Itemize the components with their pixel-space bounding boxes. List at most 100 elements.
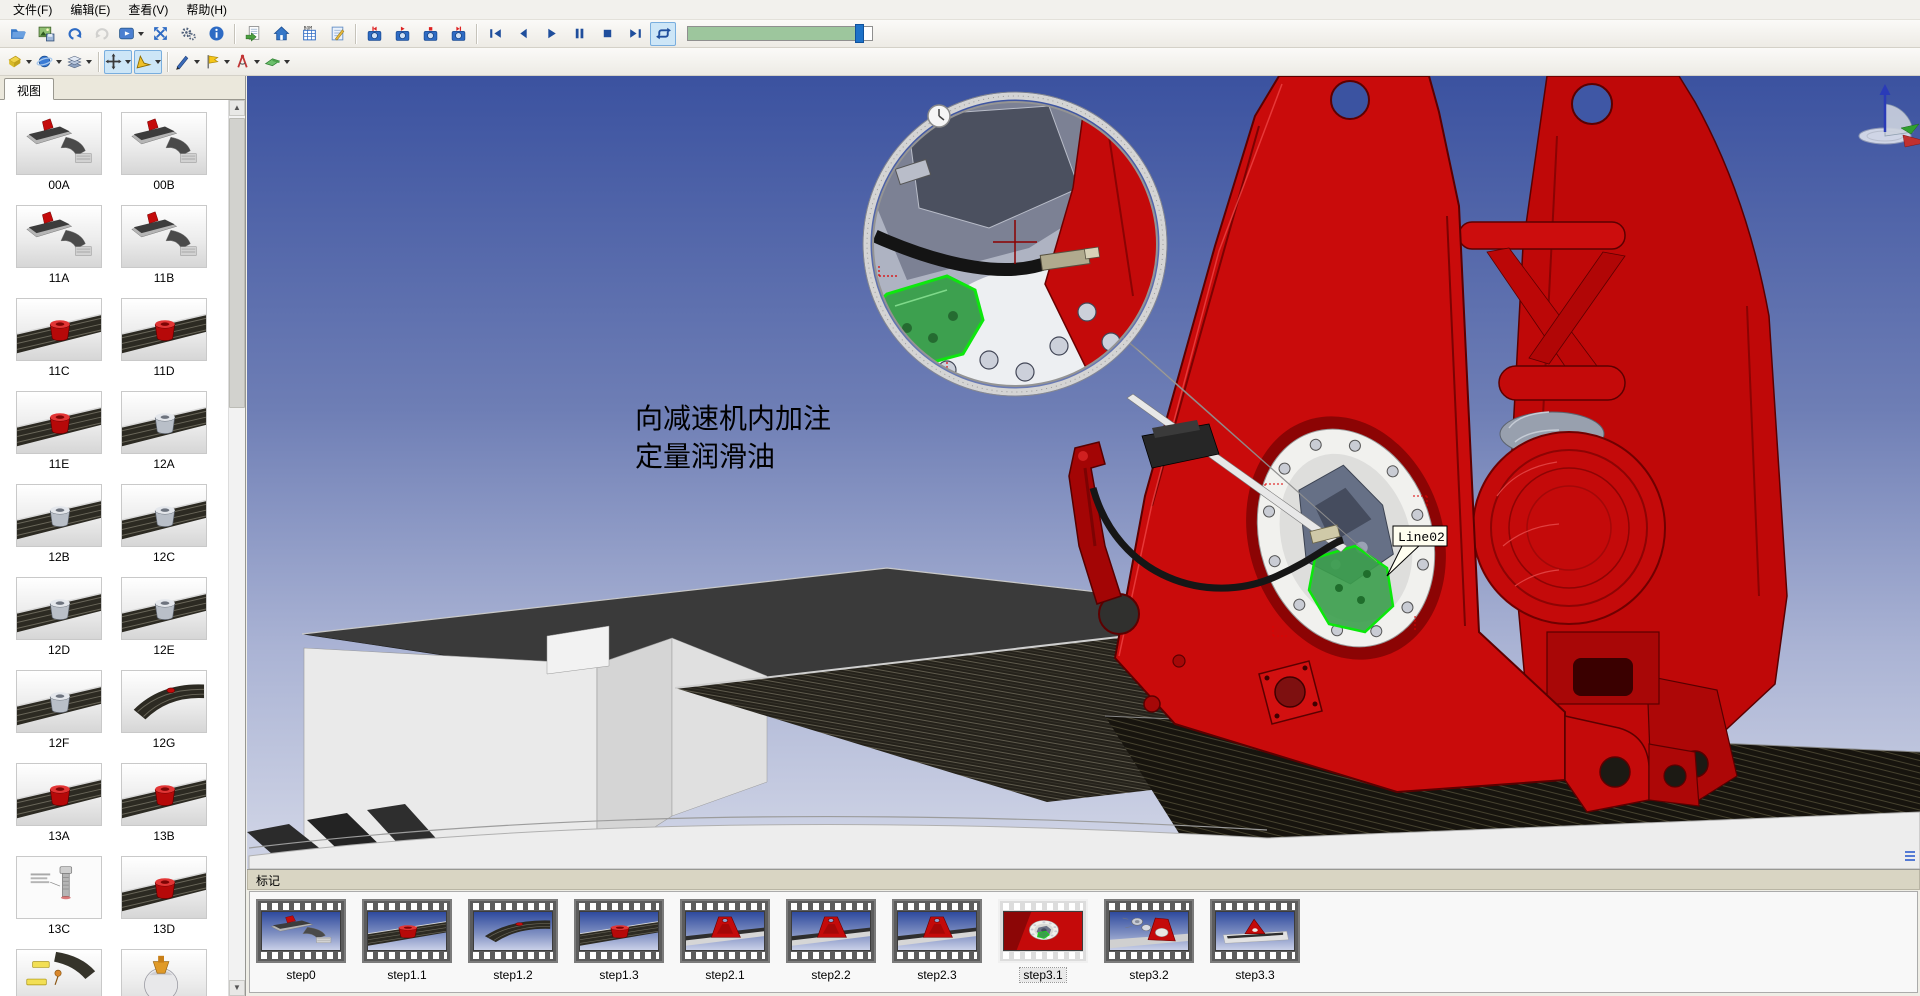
scroll-up-icon[interactable]: ▲ bbox=[229, 100, 245, 116]
loop-button[interactable] bbox=[650, 22, 676, 46]
view-thumb-12E[interactable]: 12E bbox=[121, 577, 207, 659]
view-thumb-partial[interactable] bbox=[16, 949, 102, 996]
dropdown-caret-icon[interactable] bbox=[224, 60, 230, 64]
view-thumbnail-image[interactable] bbox=[16, 205, 102, 268]
last-frame-button[interactable] bbox=[622, 22, 648, 46]
viewport-3d[interactable]: 向减速机内加注 定量润滑油 Line02 bbox=[247, 76, 1920, 869]
step-thumbnail-image[interactable] bbox=[685, 911, 765, 951]
step-thumb-step2.2[interactable]: step2.2 bbox=[786, 899, 876, 982]
filmstrip-frame[interactable] bbox=[468, 899, 558, 963]
pause-button[interactable] bbox=[566, 22, 592, 46]
annotation-pen-button[interactable] bbox=[173, 50, 201, 74]
bom-table-button[interactable] bbox=[296, 22, 322, 46]
view-thumbnail-image[interactable] bbox=[121, 298, 207, 361]
dropdown-caret-icon[interactable] bbox=[86, 60, 92, 64]
view-thumb-partial[interactable] bbox=[121, 949, 207, 996]
view-thumbnail-image[interactable] bbox=[16, 763, 102, 826]
move-tool-button[interactable] bbox=[104, 50, 132, 74]
view-thumb-00A[interactable]: 00A bbox=[16, 112, 102, 194]
step-thumb-step3.3[interactable]: step3.3 bbox=[1210, 899, 1300, 982]
dropdown-caret-icon[interactable] bbox=[138, 32, 144, 36]
filmstrip-frame[interactable] bbox=[256, 899, 346, 963]
redo-button[interactable] bbox=[89, 22, 115, 46]
view-thumb-13A[interactable]: 13A bbox=[16, 763, 102, 845]
select-tool-button[interactable] bbox=[134, 50, 162, 74]
step-thumbnail-image[interactable] bbox=[1215, 911, 1295, 951]
slider-thumb[interactable] bbox=[855, 24, 864, 43]
view-thumb-11D[interactable]: 11D bbox=[121, 298, 207, 380]
view-thumbnail-image[interactable] bbox=[121, 577, 207, 640]
step-thumb-step1.1[interactable]: step1.1 bbox=[362, 899, 452, 982]
view-thumbnail-image[interactable] bbox=[121, 112, 207, 175]
dropdown-caret-icon[interactable] bbox=[284, 60, 290, 64]
filmstrip-frame[interactable] bbox=[892, 899, 982, 963]
first-frame-button[interactable] bbox=[482, 22, 508, 46]
step-thumb-step3.2[interactable]: step3.2 bbox=[1104, 899, 1194, 982]
view-thumbnail-image[interactable] bbox=[16, 112, 102, 175]
dropdown-caret-icon[interactable] bbox=[56, 60, 62, 64]
transparency-tool-button[interactable] bbox=[5, 50, 33, 74]
filmstrip-frame[interactable] bbox=[574, 899, 664, 963]
view-thumbnail-image[interactable] bbox=[121, 763, 207, 826]
view-thumb-12A[interactable]: 12A bbox=[121, 391, 207, 473]
view-thumbnail-image[interactable] bbox=[16, 298, 102, 361]
step-thumbnail-image[interactable] bbox=[897, 911, 977, 951]
view-thumbnail-image[interactable] bbox=[121, 949, 207, 996]
step-thumbnail-image[interactable] bbox=[1109, 911, 1189, 951]
view-thumbnail-image[interactable] bbox=[121, 670, 207, 733]
animation-progress-slider[interactable] bbox=[687, 26, 873, 41]
filmstrip-frame[interactable] bbox=[1104, 899, 1194, 963]
view-thumbnail-image[interactable] bbox=[16, 856, 102, 919]
view-thumb-11E[interactable]: 11E bbox=[16, 391, 102, 473]
step-thumb-step2.3[interactable]: step2.3 bbox=[892, 899, 982, 982]
step-thumb-step0[interactable]: step0 bbox=[256, 899, 346, 982]
filmstrip-frame[interactable] bbox=[786, 899, 876, 963]
export-video-button[interactable] bbox=[117, 22, 145, 46]
view-thumb-12C[interactable]: 12C bbox=[121, 484, 207, 566]
view-thumbnail-image[interactable] bbox=[16, 949, 102, 996]
record-play-button[interactable] bbox=[389, 22, 415, 46]
record-forward-button[interactable] bbox=[445, 22, 471, 46]
stop-button[interactable] bbox=[594, 22, 620, 46]
scrollbar-thumb[interactable] bbox=[229, 118, 245, 408]
view-thumbnail-image[interactable] bbox=[16, 577, 102, 640]
undo-button[interactable] bbox=[61, 22, 87, 46]
record-rewind-button[interactable] bbox=[361, 22, 387, 46]
view-thumb-12B[interactable]: 12B bbox=[16, 484, 102, 566]
view-thumb-12D[interactable]: 12D bbox=[16, 577, 102, 659]
previous-frame-button[interactable] bbox=[510, 22, 536, 46]
step-thumbnail-image[interactable] bbox=[473, 911, 553, 951]
view-thumbnail-image[interactable] bbox=[16, 484, 102, 547]
menu-view[interactable]: 查看(V) bbox=[119, 0, 177, 20]
view-thumb-11A[interactable]: 11A bbox=[16, 205, 102, 287]
step-thumbnail-image[interactable] bbox=[791, 911, 871, 951]
step-thumb-step3.1[interactable]: step3.1 bbox=[998, 899, 1088, 982]
view-thumb-12G[interactable]: 12G bbox=[121, 670, 207, 752]
notes-button[interactable] bbox=[324, 22, 350, 46]
view-thumbnail-image[interactable] bbox=[16, 670, 102, 733]
open-file-button[interactable] bbox=[5, 22, 31, 46]
view-thumb-12F[interactable]: 12F bbox=[16, 670, 102, 752]
view-thumbnail-image[interactable] bbox=[16, 391, 102, 454]
view-thumb-13C[interactable]: 13C bbox=[16, 856, 102, 938]
dropdown-caret-icon[interactable] bbox=[125, 60, 131, 64]
measure-tool-button[interactable] bbox=[233, 50, 261, 74]
sidebar-scrollbar[interactable]: ▲ ▼ bbox=[228, 100, 245, 996]
filmstrip-frame[interactable] bbox=[362, 899, 452, 963]
filmstrip-frame[interactable] bbox=[680, 899, 770, 963]
view-thumb-11C[interactable]: 11C bbox=[16, 298, 102, 380]
dropdown-caret-icon[interactable] bbox=[194, 60, 200, 64]
view-thumb-00B[interactable]: 00B bbox=[121, 112, 207, 194]
view-thumbnail-image[interactable] bbox=[121, 484, 207, 547]
record-stop-button[interactable] bbox=[417, 22, 443, 46]
menu-file[interactable]: 文件(F) bbox=[4, 0, 61, 20]
view-thumbnail-image[interactable] bbox=[121, 391, 207, 454]
flag-marker-button[interactable] bbox=[203, 50, 231, 74]
scroll-down-icon[interactable]: ▼ bbox=[229, 980, 245, 996]
step-thumb-step1.3[interactable]: step1.3 bbox=[574, 899, 664, 982]
menu-help[interactable]: 帮助(H) bbox=[177, 0, 236, 20]
filmstrip-frame[interactable] bbox=[998, 899, 1088, 963]
home-view-button[interactable] bbox=[268, 22, 294, 46]
view-thumb-13B[interactable]: 13B bbox=[121, 763, 207, 845]
fit-view-button[interactable] bbox=[147, 22, 173, 46]
